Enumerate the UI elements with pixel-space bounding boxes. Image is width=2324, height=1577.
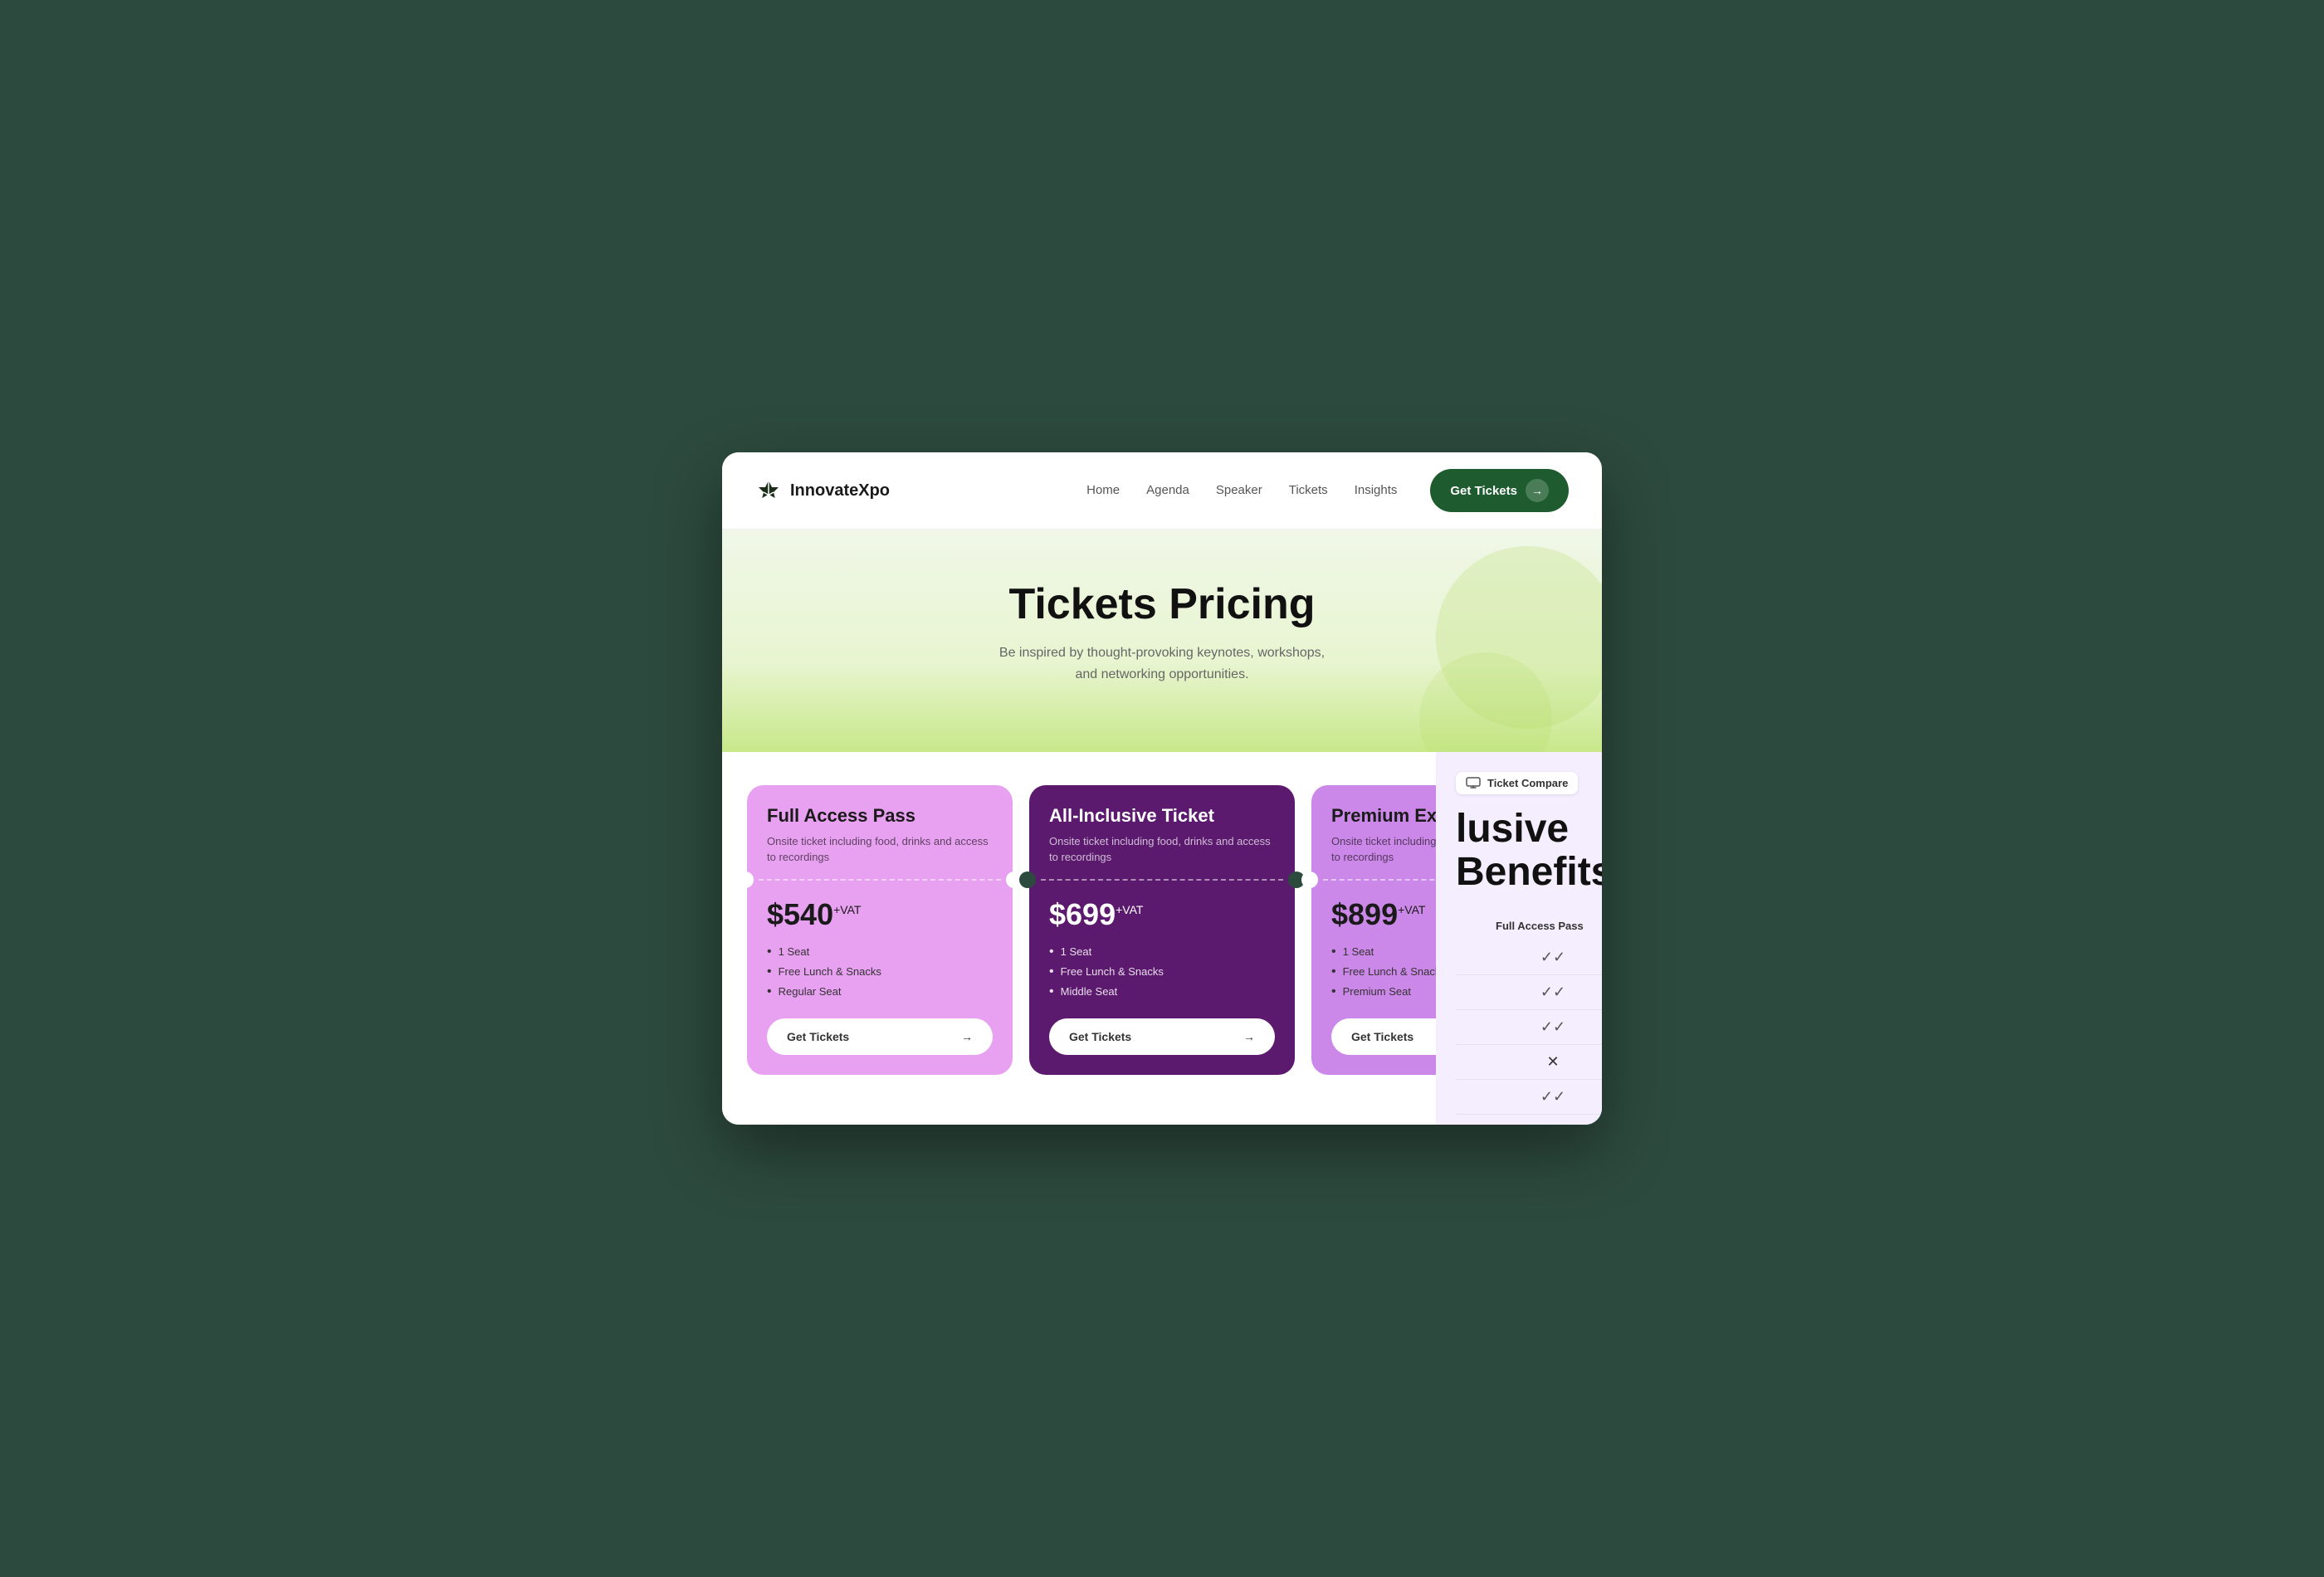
- ticket-card-all-inclusive: All-Inclusive Ticket Onsite ticket inclu…: [1029, 785, 1295, 1075]
- ticket-cta-all-inclusive[interactable]: Get Tickets →: [1049, 1018, 1275, 1055]
- ticket-price-all-inclusive: $699+VAT: [1049, 897, 1275, 932]
- feature-item: Free Lunch & Snacks: [767, 962, 993, 982]
- hero-title: Tickets Pricing: [755, 579, 1569, 629]
- compare-row-4: ✕ ✕: [1456, 1045, 1602, 1080]
- compare-row-2: ✓✓ ✓✓: [1456, 975, 1602, 1010]
- ticket-cta-full-access[interactable]: Get Tickets →: [767, 1018, 993, 1055]
- ticket-divider-all-inclusive: [1029, 879, 1295, 881]
- compare-row-1: ✓✓ ✓✓: [1456, 940, 1602, 975]
- monitor-icon: [1466, 777, 1481, 788]
- ticket-divider-full-access: [747, 879, 1013, 881]
- ticket-notch-left-2: [1019, 872, 1036, 888]
- feature-item: Free Lunch & Snacks: [1049, 962, 1275, 982]
- compare-cross-4-1: ✕: [1496, 1053, 1602, 1071]
- logo-area: InnovateXpo: [755, 477, 890, 504]
- ticket-features-full-access: 1 Seat Free Lunch & Snacks Regular Seat: [767, 942, 993, 1002]
- ticket-dash-2: [1041, 879, 1283, 881]
- feature-item: Middle Seat: [1049, 982, 1275, 1002]
- compare-row-3: ✓✓ ✓✓: [1456, 1010, 1602, 1045]
- arrow-icon: →: [961, 1030, 973, 1043]
- ticket-lower-full-access: $540+VAT 1 Seat Free Lunch & Snacks Regu…: [747, 894, 1013, 1075]
- ticket-dash-1: [759, 879, 1001, 881]
- ticket-upper-full-access: Full Access Pass Onsite ticket including…: [747, 785, 1013, 866]
- nav-get-tickets-button[interactable]: Get Tickets →: [1430, 469, 1569, 512]
- nav-item-tickets[interactable]: Tickets: [1289, 483, 1328, 498]
- ticket-notch-left-1: [737, 872, 754, 888]
- navbar: InnovateXpo Home Agenda Speaker Tickets …: [722, 452, 1602, 530]
- ticket-desc-full-access: Onsite ticket including food, drinks and…: [767, 833, 993, 866]
- ticket-notch-left-3: [1301, 872, 1318, 888]
- ticket-name-all-inclusive: All-Inclusive Ticket: [1049, 805, 1275, 827]
- hero-section: Tickets Pricing Be inspired by thought-p…: [722, 530, 1602, 751]
- nav-item-insights[interactable]: Insights: [1355, 483, 1398, 498]
- ticket-card-full-access: Full Access Pass Onsite ticket including…: [747, 785, 1013, 1075]
- side-panel-title: lusive Benefits: [1456, 808, 1602, 896]
- compare-check-3-1: ✓✓: [1496, 1018, 1602, 1036]
- compare-col-header-1: Full Access Pass: [1496, 920, 1602, 932]
- logo-icon: [755, 477, 782, 504]
- arrow-icon: →: [1526, 479, 1549, 502]
- feature-item: Regular Seat: [767, 982, 993, 1002]
- browser-window: InnovateXpo Home Agenda Speaker Tickets …: [722, 452, 1602, 1124]
- nav-item-agenda[interactable]: Agenda: [1146, 483, 1189, 498]
- ticket-lower-all-inclusive: $699+VAT 1 Seat Free Lunch & Snacks Midd…: [1029, 894, 1295, 1075]
- main-content: Full Access Pass Onsite ticket including…: [722, 752, 1602, 1125]
- ticket-desc-all-inclusive: Onsite ticket including food, drinks and…: [1049, 833, 1275, 866]
- logo-text: InnovateXpo: [790, 481, 890, 500]
- ticket-price-full-access: $540+VAT: [767, 897, 993, 932]
- hero-subtitle: Be inspired by thought-provoking keynote…: [996, 642, 1328, 685]
- side-panel: Ticket Compare lusive Benefits Full Acce…: [1436, 752, 1602, 1125]
- nav-links: Home Agenda Speaker Tickets Insights: [1086, 483, 1397, 498]
- ticket-features-all-inclusive: 1 Seat Free Lunch & Snacks Middle Seat: [1049, 942, 1275, 1002]
- nav-item-home[interactable]: Home: [1086, 483, 1120, 498]
- compare-row-5: ✓✓ ✕: [1456, 1080, 1602, 1115]
- compare-check-1-1: ✓✓: [1496, 949, 1602, 966]
- arrow-icon: →: [1243, 1030, 1255, 1043]
- ticket-compare-badge: Ticket Compare: [1456, 772, 1578, 794]
- compare-table-header: Full Access Pass All-Inclusive Tick: [1456, 920, 1602, 932]
- nav-item-speaker[interactable]: Speaker: [1216, 483, 1262, 498]
- feature-item: 1 Seat: [1049, 942, 1275, 962]
- compare-check-2-1: ✓✓: [1496, 984, 1602, 1001]
- compare-check-5-1: ✓✓: [1496, 1088, 1602, 1106]
- feature-item: 1 Seat: [767, 942, 993, 962]
- ticket-upper-all-inclusive: All-Inclusive Ticket Onsite ticket inclu…: [1029, 785, 1295, 866]
- ticket-name-full-access: Full Access Pass: [767, 805, 993, 827]
